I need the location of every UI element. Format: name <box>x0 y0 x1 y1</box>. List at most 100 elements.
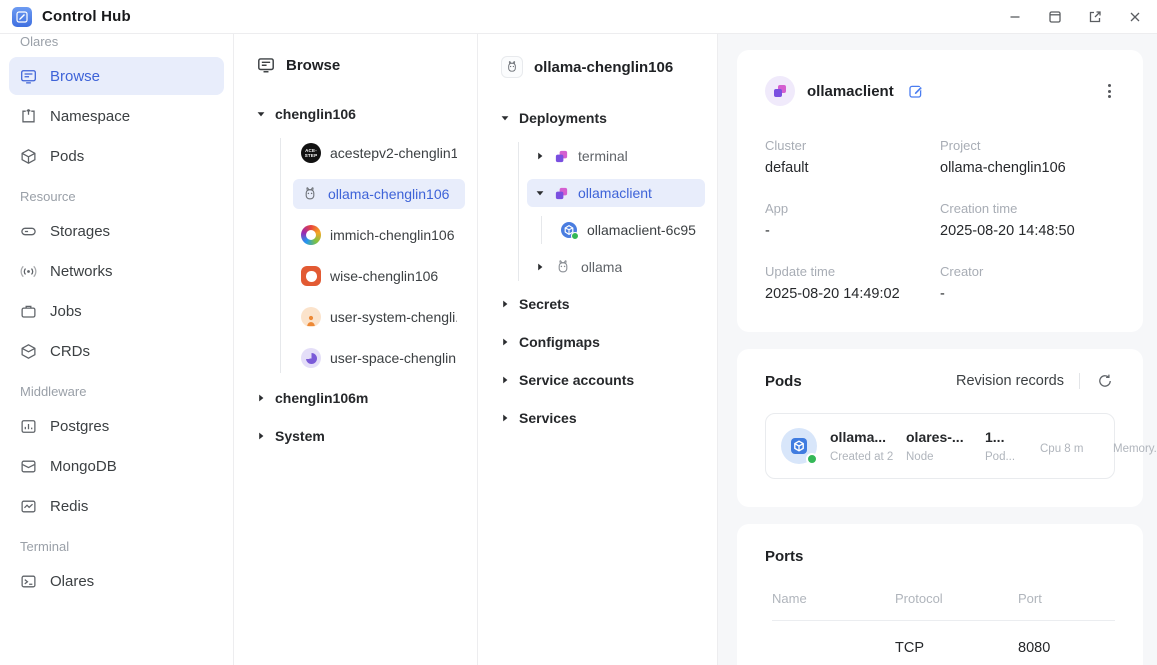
namespace-llama-icon <box>501 56 523 78</box>
crds-icon <box>20 343 37 360</box>
tree-node-secrets[interactable]: Secrets <box>492 290 705 318</box>
sidebar-item-label: Networks <box>50 263 113 280</box>
pods-card: Pods Revision records ollama... Created … <box>737 349 1143 507</box>
port-name-cell <box>772 640 895 656</box>
sidebar-item-postgres[interactable]: Postgres <box>9 407 224 445</box>
sidebar-item-label: Pods <box>50 148 84 165</box>
tree-node-service-accounts[interactable]: Service accounts <box>492 366 705 394</box>
sidebar-section-middleware: Middleware <box>9 384 224 399</box>
ollama-icon <box>554 258 572 276</box>
sidebar-item-namespace[interactable]: Namespace <box>9 97 224 135</box>
sidebar-item-label: Olares <box>50 573 94 590</box>
revision-records-link[interactable]: Revision records <box>956 373 1064 389</box>
field-creation-time: Creation time 2025-08-20 14:48:50 <box>940 201 1115 239</box>
minimize-button[interactable] <box>1007 9 1023 25</box>
caret-right-icon <box>535 262 545 272</box>
tree-node-chenglin106[interactable]: chenglin106 <box>248 100 465 128</box>
pod-status-icon <box>781 428 817 464</box>
caret-down-icon <box>256 109 266 119</box>
mongodb-icon <box>20 458 37 475</box>
tree-node-chenglin106m[interactable]: chenglin106m <box>248 384 465 412</box>
sidebar-item-label: Redis <box>50 498 88 515</box>
col-header-port: Port <box>1018 591 1115 606</box>
sidebar-item-label: Namespace <box>50 108 130 125</box>
caret-down-icon <box>500 113 510 123</box>
sidebar-item-mongodb[interactable]: MongoDB <box>9 447 224 485</box>
tree-node-immich[interactable]: immich-chenglin106 <box>293 220 465 250</box>
namespace-icon <box>20 108 37 125</box>
edit-icon[interactable] <box>908 83 924 99</box>
ports-table: Name Protocol Port TCP 8080 <box>765 591 1115 665</box>
sidebar-item-browse[interactable]: Browse <box>9 57 224 95</box>
close-button[interactable] <box>1127 9 1143 25</box>
more-actions-icon[interactable] <box>1104 80 1115 102</box>
deployment-avatar-icon <box>765 76 795 106</box>
port-protocol-cell: TCP <box>895 640 1018 656</box>
maximize-button[interactable] <box>1047 9 1063 25</box>
status-running-dot <box>806 453 818 465</box>
field-cluster: Cluster default <box>765 138 940 176</box>
sidebar-item-jobs[interactable]: Jobs <box>9 292 224 330</box>
ollama-app-icon <box>301 185 319 203</box>
tree-node-services[interactable]: Services <box>492 404 705 432</box>
pod-name-col: ollama... Created at 2l <box>830 429 893 463</box>
resource-panel-title: ollama-chenglin106 <box>534 59 673 76</box>
deployment-icon <box>554 149 569 164</box>
user-space-app-icon <box>301 348 321 368</box>
port-row: TCP 8080 <box>772 621 1115 665</box>
caret-right-icon <box>535 151 545 161</box>
sidebar-item-redis[interactable]: Redis <box>9 487 224 525</box>
port-number-cell: 8080 <box>1018 640 1115 656</box>
sidebar: Olares Browse Namespace Pods Resource St <box>0 34 234 665</box>
sidebar-item-label: Jobs <box>50 303 82 320</box>
caret-right-icon <box>500 337 510 347</box>
pod-row[interactable]: ollama... Created at 2l olares-... Node … <box>765 413 1115 479</box>
tree-node-user-space[interactable]: user-space-chenglin... <box>293 343 465 373</box>
postgres-icon <box>20 418 37 435</box>
tree-node-ollamaclient-replicaset[interactable]: ollamaclient-6c95... <box>552 216 705 244</box>
sidebar-item-label: Storages <box>50 223 110 240</box>
sidebar-item-networks[interactable]: Networks <box>9 252 224 290</box>
tree-node-deployments[interactable]: Deployments <box>492 104 705 132</box>
user-system-app-icon <box>301 307 321 327</box>
sidebar-item-storages[interactable]: Storages <box>9 212 224 250</box>
ports-card-title: Ports <box>765 548 803 565</box>
tree-node-acestepv2[interactable]: ACE-STEP acestepv2-chenglin1... <box>293 138 465 168</box>
app-title: Control Hub <box>42 8 131 25</box>
sidebar-item-label: MongoDB <box>50 458 117 475</box>
tree-node-terminal-deployment[interactable]: terminal <box>527 142 705 170</box>
pod-memory-col: Memory... <box>1113 437 1157 455</box>
sidebar-item-label: Postgres <box>50 418 109 435</box>
tree-node-wise[interactable]: wise-chenglin106 <box>293 261 465 291</box>
replicaset-icon <box>560 221 578 239</box>
divider <box>1079 373 1080 389</box>
terminal-icon <box>20 573 37 590</box>
tree-node-system[interactable]: System <box>248 422 465 450</box>
tree-node-configmaps[interactable]: Configmaps <box>492 328 705 356</box>
pods-icon <box>20 148 37 165</box>
pods-card-title: Pods <box>765 373 802 390</box>
caret-right-icon <box>500 413 510 423</box>
tree-node-ollama-chenglin106[interactable]: ollama-chenglin106 <box>293 179 465 209</box>
tree-node-user-system[interactable]: user-system-chengli... <box>293 302 465 332</box>
tree-node-ollama-deployment[interactable]: ollama <box>527 253 705 281</box>
caret-right-icon <box>256 393 266 403</box>
open-in-new-window-button[interactable] <box>1087 9 1103 25</box>
titlebar: Control Hub <box>0 0 1157 34</box>
ports-card: Ports Name Protocol Port TCP 8080 <box>737 524 1143 665</box>
caret-right-icon <box>500 299 510 309</box>
storages-icon <box>20 223 37 240</box>
sidebar-section-terminal: Terminal <box>9 539 224 554</box>
detail-content: ollamaclient Cluster default Project oll… <box>718 34 1157 665</box>
refresh-icon[interactable] <box>1095 371 1115 391</box>
sidebar-item-crds[interactable]: CRDs <box>9 332 224 370</box>
pod-cpu-col: Cpu 8 m <box>1040 437 1100 455</box>
sidebar-item-label: Browse <box>50 68 100 85</box>
sidebar-item-pods[interactable]: Pods <box>9 137 224 175</box>
sidebar-section-resource: Resource <box>9 189 224 204</box>
sidebar-item-olares-terminal[interactable]: Olares <box>9 562 224 600</box>
col-header-protocol: Protocol <box>895 591 1018 606</box>
redis-icon <box>20 498 37 515</box>
tree-node-ollamaclient-deployment[interactable]: ollamaclient <box>527 179 705 207</box>
caret-down-icon <box>535 188 545 198</box>
